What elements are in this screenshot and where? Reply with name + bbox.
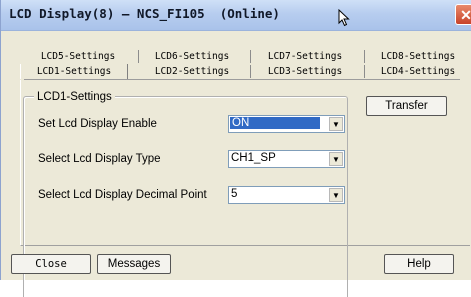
tab-lcd1-settings[interactable]: LCD1-Settings (20, 64, 128, 79)
tab-separator (138, 50, 139, 63)
tab-lcd7-settings[interactable]: LCD7-Settings (255, 49, 355, 64)
tab-separator (250, 50, 251, 63)
tab-lcd2-settings[interactable]: LCD2-Settings (142, 64, 242, 79)
display-type-label: Select Lcd Display Type (38, 153, 161, 165)
tab-row-front: LCD1-Settings LCD2-Settings LCD3-Setting… (20, 64, 460, 80)
help-button[interactable]: Help (384, 254, 454, 274)
decimal-point-label: Select Lcd Display Decimal Point (38, 189, 207, 201)
window-close-button[interactable]: ✕ (455, 4, 471, 25)
tab-lcd8-settings[interactable]: LCD8-Settings (368, 49, 468, 64)
tab-lcd5-settings[interactable]: LCD5-Settings (28, 49, 128, 64)
close-button[interactable]: Close (11, 254, 91, 274)
tab-lcd3-settings[interactable]: LCD3-Settings (255, 64, 355, 79)
chevron-down-icon[interactable]: ▼ (329, 152, 343, 166)
display-type-select[interactable]: CH1_SP ▼ (228, 150, 345, 168)
tab-separator (250, 65, 251, 78)
chevron-down-icon[interactable]: ▼ (329, 188, 343, 202)
tab-lcd6-settings[interactable]: LCD6-Settings (142, 49, 242, 64)
display-type-value: CH1_SP (231, 152, 276, 164)
enable-label: Set Lcd Display Enable (38, 118, 157, 130)
close-icon: ✕ (460, 7, 471, 23)
transfer-button[interactable]: Transfer (366, 96, 447, 116)
decimal-point-value: 5 (231, 188, 238, 200)
chevron-down-icon[interactable]: ▼ (329, 117, 343, 131)
mouse-pointer-icon (338, 8, 350, 32)
decimal-point-select[interactable]: 5 ▼ (228, 186, 345, 204)
groupbox-title: LCD1-Settings (34, 91, 115, 103)
tab-separator (364, 50, 365, 63)
messages-button[interactable]: Messages (97, 254, 171, 274)
window-title: LCD Display(8) — NCS_FI105 (Online) (9, 6, 280, 21)
dialog-window: LCD Display(8) — NCS_FI105 (Online) ✕ LC… (0, 0, 471, 297)
tab-lcd4-settings[interactable]: LCD4-Settings (368, 64, 468, 79)
tab-separator (364, 65, 365, 78)
tab-row-back: LCD5-Settings LCD6-Settings LCD7-Setting… (24, 49, 460, 64)
display-enable-select[interactable]: ON ▼ (228, 115, 345, 133)
display-enable-value: ON (230, 117, 320, 129)
title-bar[interactable]: LCD Display(8) — NCS_FI105 (Online) ✕ (1, 0, 471, 31)
